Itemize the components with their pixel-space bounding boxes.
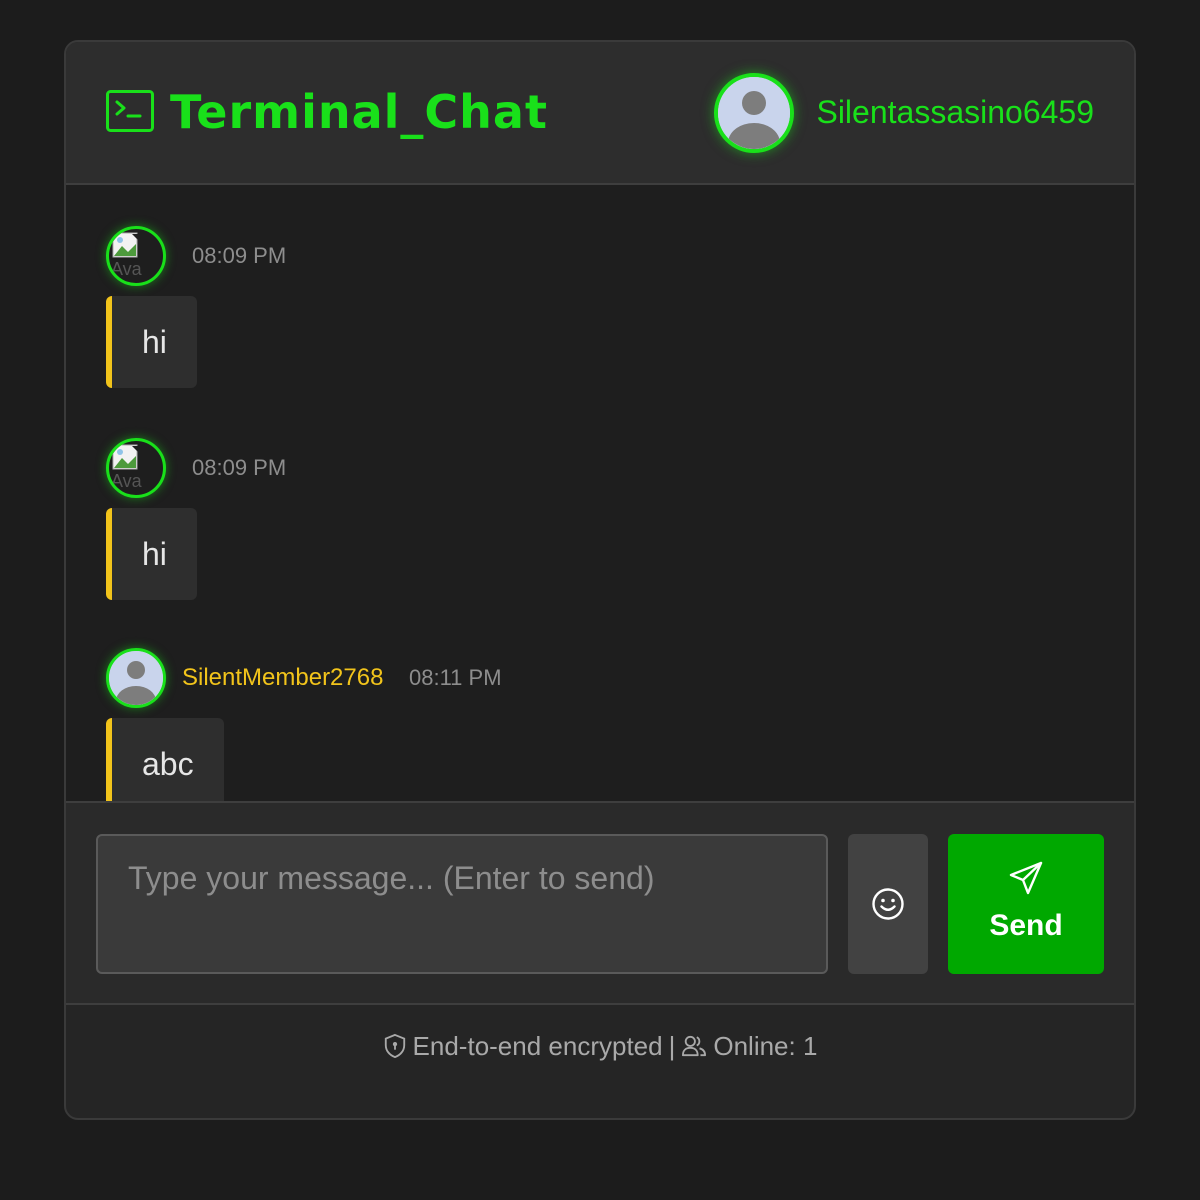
shield-icon bbox=[384, 1033, 405, 1059]
paper-plane-icon bbox=[1009, 861, 1043, 895]
message-input[interactable] bbox=[96, 834, 828, 974]
default-user-icon bbox=[718, 77, 790, 149]
smiley-icon bbox=[872, 888, 904, 920]
avatar: Ava bbox=[106, 438, 166, 498]
message-time: 08:11 PM bbox=[409, 665, 502, 690]
avatar: Ava bbox=[106, 226, 166, 286]
users-icon bbox=[682, 1035, 707, 1057]
message-bubble: abc bbox=[106, 718, 224, 801]
app-title: Terminal_Chat bbox=[170, 85, 548, 139]
avatar-alt-text: Ava bbox=[111, 259, 142, 279]
message-author: SilentMember2768 bbox=[182, 664, 384, 691]
chat-header: Terminal_Chat Silentassasino6459 bbox=[66, 42, 1134, 185]
message-list[interactable]: Ava 08:09 PM hi Ava 08:09 PM hi SilentMe… bbox=[66, 185, 1134, 803]
online-count: Online: 1 bbox=[713, 1031, 818, 1061]
status-footer: End-to-end encrypted | Online: 1 bbox=[66, 1005, 1134, 1118]
message-bubble: hi bbox=[106, 508, 197, 600]
chat-window: Terminal_Chat Silentassasino6459 Ava 08:… bbox=[64, 40, 1136, 1120]
encryption-text: End-to-end encrypted bbox=[412, 1031, 663, 1061]
message-time: 08:09 PM bbox=[192, 243, 287, 268]
terminal-icon bbox=[106, 90, 154, 132]
message-bubble: hi bbox=[106, 296, 197, 388]
status-line: End-to-end encrypted | Online: 1 bbox=[66, 1031, 1134, 1061]
footer-separator: | bbox=[668, 1031, 676, 1061]
broken-image-icon bbox=[112, 232, 138, 258]
message-time: 08:09 PM bbox=[192, 455, 287, 480]
current-user-avatar[interactable] bbox=[714, 73, 794, 153]
send-label: Send bbox=[989, 909, 1063, 942]
current-username[interactable]: Silentassasino6459 bbox=[816, 90, 1094, 134]
avatar-alt-text: Ava bbox=[111, 471, 142, 491]
broken-image-icon bbox=[112, 444, 138, 470]
send-button[interactable]: Send bbox=[948, 834, 1104, 974]
default-user-icon bbox=[109, 651, 163, 705]
message-composer: Send bbox=[66, 803, 1134, 1005]
emoji-button[interactable] bbox=[848, 834, 928, 974]
avatar bbox=[106, 648, 166, 708]
